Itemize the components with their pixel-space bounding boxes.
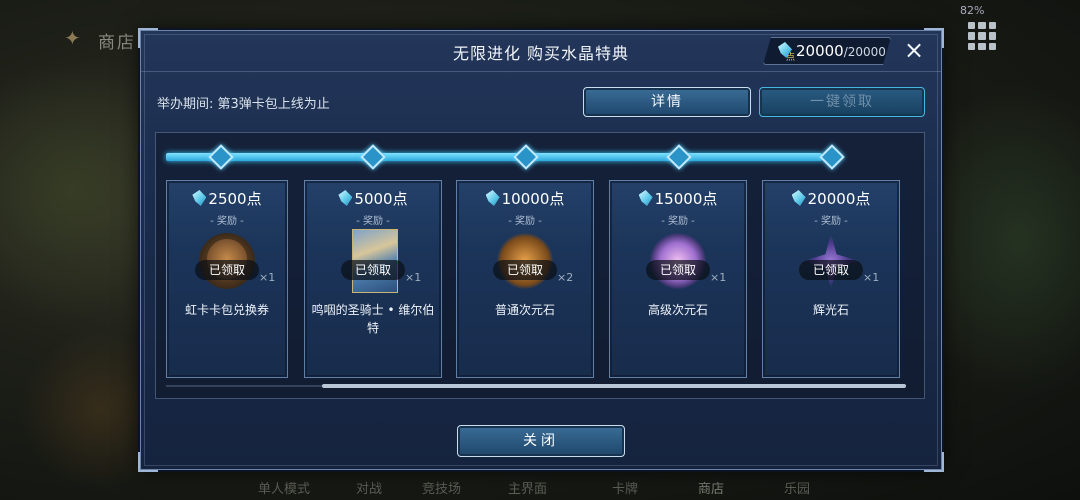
item-name: 普通次元石 (494, 303, 555, 317)
frame-corner (138, 452, 158, 472)
reward-label: - 奖励 - (508, 216, 542, 227)
item-name: 高级次元石 (647, 303, 708, 317)
milestone-node (513, 144, 539, 170)
item-name: 虹卡卡包兑换券 (184, 303, 269, 317)
nav-item[interactable]: 卡牌 (612, 478, 638, 497)
milestone-points: 10000点 (457, 188, 593, 209)
milestone-node (360, 144, 386, 170)
claim-all-button[interactable]: 一键领取 (759, 87, 925, 117)
reward-label: - 奖励 - (661, 216, 695, 227)
nav-item[interactable]: 竞技场 (422, 478, 461, 497)
claimed-badge: 已领取 (341, 260, 405, 280)
shop-icon: ✦ (64, 26, 81, 50)
dialog-header: 无限进化 购买水晶特典 点 20000/20000 × (141, 31, 941, 72)
item-quantity: ×2 (557, 271, 574, 284)
crystal-icon (192, 190, 207, 206)
milestone-points-label: 5000点 (354, 190, 408, 208)
battery-indicator: 82% (960, 4, 985, 17)
milestone-node (666, 144, 692, 170)
menu-grid-icon[interactable] (968, 22, 996, 50)
reward-item: 已领取 ×1 (781, 227, 881, 299)
close-icon[interactable]: × (901, 37, 927, 63)
item-quantity: ×1 (405, 271, 422, 284)
item-quantity: ×1 (863, 271, 880, 284)
milestone-points-label: 2500点 (208, 190, 262, 208)
scrollbar-thumb[interactable] (322, 384, 906, 388)
reward-label: - 奖励 - (210, 216, 244, 227)
item-quantity: ×1 (259, 271, 276, 284)
crystal-icon (791, 190, 806, 206)
milestone-points-label: 20000点 (807, 190, 871, 208)
reward-card[interactable]: 10000点 - 奖励 - 已领取 ×2 普通次元石 (456, 180, 594, 378)
reward-item: 已领取 ×2 (475, 227, 575, 299)
milestone-points: 5000点 (305, 188, 441, 209)
claimed-badge: 已领取 (493, 260, 557, 280)
reward-item: 已领取 ×1 (177, 227, 277, 299)
milestone-points-label: 10000点 (501, 190, 565, 208)
item-quantity: ×1 (710, 271, 727, 284)
milestone-points: 15000点 (610, 188, 746, 209)
claimed-badge: 已领取 (646, 260, 710, 280)
horizontal-scrollbar[interactable] (166, 384, 906, 388)
item-name: 鸣咽的圣骑士 • 维尔伯特 (311, 303, 435, 335)
crystal-icon (338, 190, 353, 206)
close-button[interactable]: 关闭 (457, 425, 625, 457)
reward-label: - 奖励 - (814, 216, 848, 227)
points-value: 20000/20000 (796, 42, 886, 60)
nav-item[interactable]: 主界面 (508, 478, 547, 497)
bottom-nav: 单人模式 对战 竞技场 主界面 卡牌 商店 乐园 (0, 472, 1080, 500)
event-period: 举办期间: 第3弹卡包上线为止 (157, 97, 330, 112)
shop-title: 商店 (98, 33, 136, 53)
details-button[interactable]: 详情 (583, 87, 751, 117)
nav-item[interactable]: 对战 (356, 478, 382, 497)
reward-card[interactable]: 2500点 - 奖励 - 已领取 ×1 虹卡卡包兑换券 (166, 180, 288, 378)
claimed-badge: 已领取 (799, 260, 863, 280)
milestone-points-label: 15000点 (654, 190, 718, 208)
milestone-node (208, 144, 234, 170)
reward-item: 已领取 ×1 (628, 227, 728, 299)
points-display: 点 20000/20000 (763, 37, 891, 65)
crystal-icon (638, 190, 653, 206)
nav-item[interactable]: 乐园 (784, 478, 810, 497)
reward-card[interactable]: 15000点 - 奖励 - 已领取 ×1 高级次元石 (609, 180, 747, 378)
reward-label: - 奖励 - (356, 216, 390, 227)
milestone-points: 20000点 (763, 188, 899, 209)
crystal-icon (485, 190, 500, 206)
claimed-badge: 已领取 (195, 260, 259, 280)
purchase-bonus-dialog: 无限进化 购买水晶特典 点 20000/20000 × 举办期间: 第3弹卡包上… (138, 28, 944, 472)
reward-card[interactable]: 20000点 - 奖励 - 已领取 ×1 辉光石 (762, 180, 900, 378)
frame-corner (924, 452, 944, 472)
progress-track (166, 153, 822, 161)
item-name: 辉光石 (812, 303, 849, 317)
reward-item: 已领取 ×1 (323, 227, 423, 299)
reward-card[interactable]: 5000点 - 奖励 - 已领取 ×1 鸣咽的圣骑士 • 维尔伯特 (304, 180, 442, 378)
points-current: 20000 (796, 42, 844, 60)
milestone-points: 2500点 (167, 188, 287, 209)
rewards-panel: 2500点 - 奖励 - 已领取 ×1 虹卡卡包兑换券 5000点 - 奖励 -… (155, 132, 925, 399)
points-max: /20000 (843, 45, 886, 59)
nav-item[interactable]: 单人模式 (258, 478, 310, 497)
points-suffix: 点 (786, 53, 796, 63)
nav-item[interactable]: 商店 (698, 478, 724, 497)
milestone-node (819, 144, 845, 170)
